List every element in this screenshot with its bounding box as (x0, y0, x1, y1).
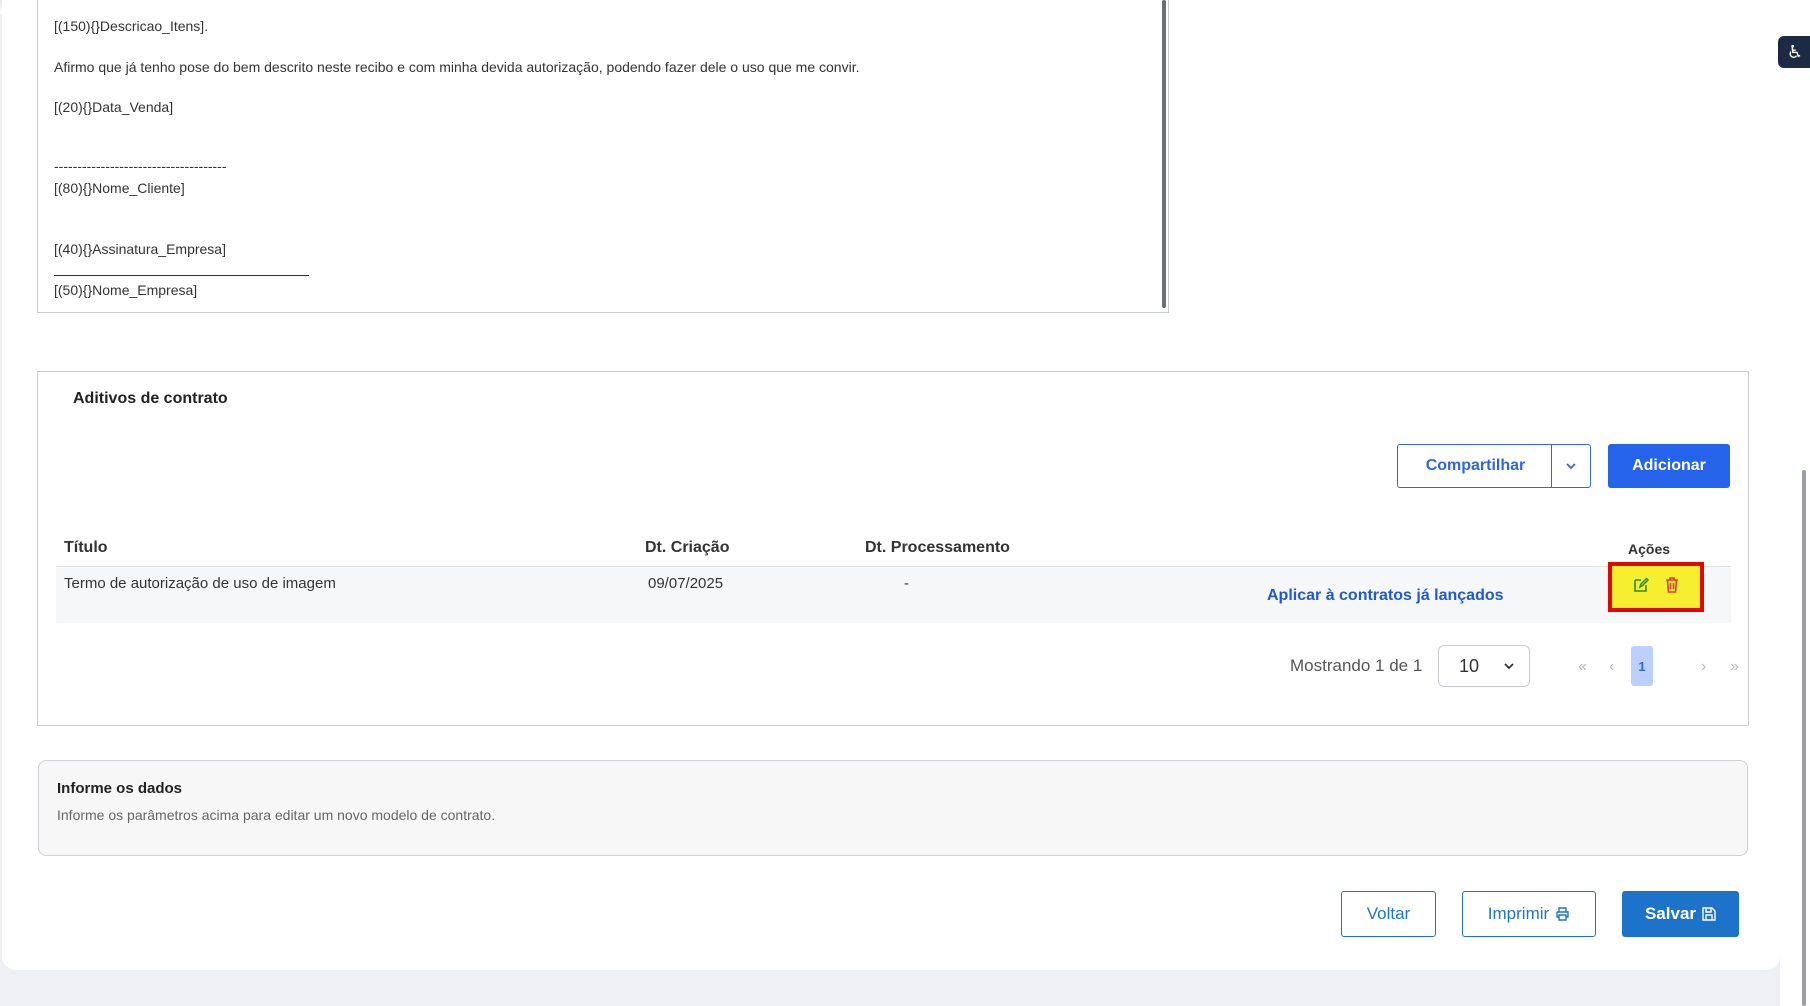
editor-line: [(150){}Descricao_Itens]. (54, 18, 209, 34)
print-button[interactable]: Imprimir (1462, 891, 1596, 937)
pagination-summary: Mostrando 1 de 1 (1290, 656, 1423, 675)
editor-line: [(40){}Assinatura_Empresa] (54, 241, 226, 257)
row-titulo: Termo de autorização de uso de imagem (64, 575, 336, 592)
trash-icon[interactable] (1664, 576, 1680, 599)
page-size-value: 10 (1459, 655, 1480, 676)
table-row: Termo de autorização de uso de imagem 09… (56, 567, 1731, 623)
editor-line: [(50){}Nome_Empresa] (54, 282, 198, 298)
contract-editor[interactable]: [(150){}Descricao_Itens]. Afirmo que já … (37, 0, 1169, 313)
chevron-down-icon (1504, 663, 1514, 670)
page-size-select[interactable]: 10 (1438, 645, 1530, 687)
printer-icon (1556, 907, 1569, 921)
share-dropdown-toggle[interactable] (1551, 444, 1591, 488)
pager-last-button[interactable]: » (1730, 658, 1739, 676)
accessibility-button[interactable]: ♿ (1778, 36, 1810, 68)
share-button[interactable]: Compartilhar (1397, 444, 1554, 488)
info-box: Informe os dados Informe os parâmetros a… (38, 760, 1748, 856)
section-title: Aditivos de contrato (73, 390, 228, 407)
pager-prev-button[interactable]: ‹ (1609, 658, 1614, 676)
row-actions-highlight (1608, 562, 1704, 612)
accessibility-icon: ♿ (1786, 41, 1804, 62)
pager-next-button[interactable]: › (1701, 658, 1706, 676)
editor-line: [(20){}Data_Venda] (54, 99, 174, 115)
info-title: Informe os dados (57, 780, 183, 797)
info-description: Informe os parâmetros acima para editar … (57, 807, 496, 823)
column-header-criacao[interactable]: Dt. Criação (645, 539, 729, 557)
chevron-down-icon (1566, 463, 1576, 470)
editor-line: Afirmo que já tenho pose do bem descrito… (54, 59, 860, 75)
print-button-label: Imprimir (1487, 904, 1550, 923)
edit-icon[interactable] (1632, 576, 1650, 599)
row-processamento: - (904, 575, 909, 592)
editor-line: [(80){}Nome_Cliente] (54, 180, 185, 196)
apply-to-contracts-link[interactable]: Aplicar à contratos já lançados (1267, 587, 1504, 605)
editor-scrollbar[interactable] (1162, 0, 1166, 308)
pager-current-page[interactable]: 1 (1631, 646, 1653, 686)
back-button[interactable]: Voltar (1341, 891, 1436, 937)
pager-first-button[interactable]: « (1578, 658, 1587, 676)
main-card: [(150){}Descricao_Itens]. Afirmo que já … (2, 0, 1780, 970)
floppy-disk-icon (1702, 907, 1716, 921)
save-button[interactable]: Salvar (1622, 891, 1739, 937)
signature-line (54, 275, 309, 276)
page-scrollbar[interactable] (1802, 470, 1806, 1006)
row-criacao: 09/07/2025 (648, 575, 724, 592)
add-button[interactable]: Adicionar (1608, 444, 1730, 488)
aditivos-section: Aditivos de contrato Compartilhar Adicio… (37, 371, 1749, 726)
column-header-titulo[interactable]: Título (64, 539, 108, 557)
back-button-label: Voltar (1366, 904, 1411, 923)
editor-line: ------------------------------------- (54, 158, 227, 174)
column-header-acoes: Ações (1628, 541, 1671, 557)
column-header-processamento[interactable]: Dt. Processamento (865, 539, 1010, 557)
save-button-label: Salvar (1644, 904, 1697, 923)
